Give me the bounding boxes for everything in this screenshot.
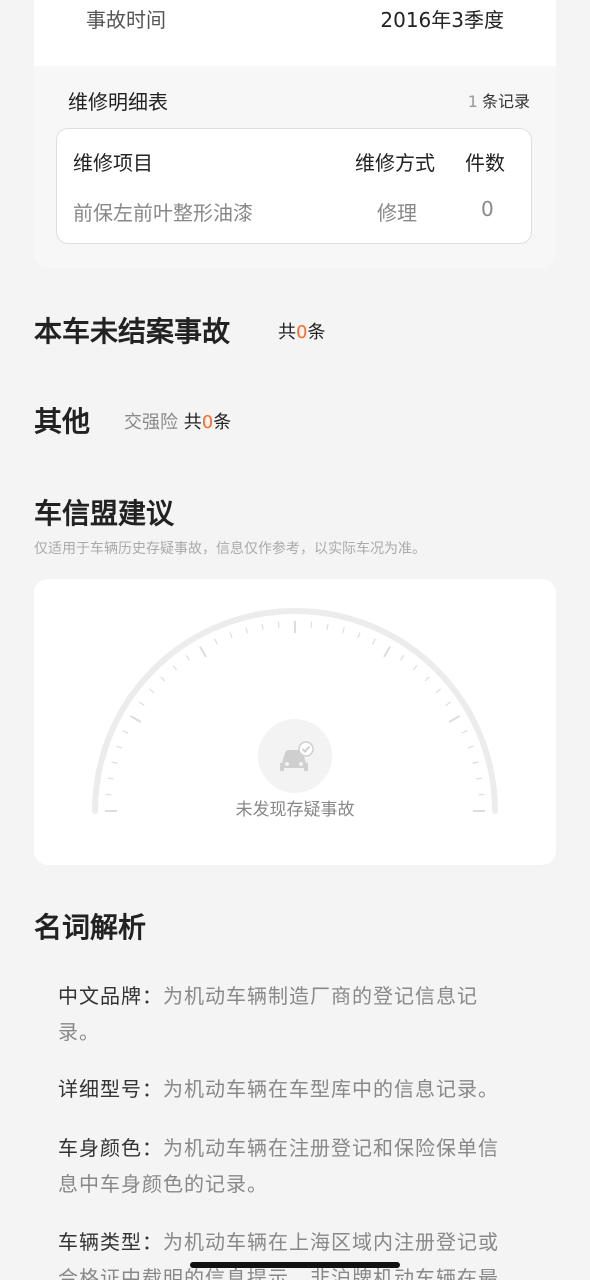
gauge-tick — [172, 665, 178, 671]
glossary-desc: 为机动车辆在车型库中的信息记录。 — [163, 1077, 499, 1101]
glossary-item-type: 车辆类型：为机动车辆在上海区域内注册登记或合格证中载明的信息提示，非沪牌机动车辆… — [58, 1224, 538, 1280]
other-title: 其他 — [34, 405, 91, 438]
gauge-tick — [214, 638, 218, 645]
glossary-item-model: 详细型号：为机动车辆在车型库中的信息记录。 — [58, 1071, 538, 1107]
other-count-number: 0 — [201, 412, 214, 433]
gauge-tick — [445, 701, 451, 706]
gauge-card: 未发现存疑事故 — [34, 579, 556, 865]
gauge-status-label: 未发现存疑事故 — [235, 800, 355, 820]
gauge-tick — [149, 688, 155, 694]
home-indicator[interactable] — [190, 1262, 400, 1268]
table-cell-method: 修理 — [377, 201, 417, 225]
glossary-term: 车身颜色： — [58, 1136, 163, 1160]
gauge-tick — [160, 676, 166, 682]
gauge-tick — [229, 632, 233, 639]
table-header-qty: 件数 — [465, 151, 505, 175]
other-count-suffix: 条 — [213, 412, 232, 433]
unsettled-count-prefix: 共 — [278, 322, 296, 343]
glossary-desc: 为机动车辆在注册登记和保险保单信 — [163, 1136, 499, 1160]
glossary-desc-cont: 息中车身颜色的记录。 — [58, 1172, 268, 1196]
gauge-tick — [326, 623, 329, 630]
advice-title: 车信盟建议 — [34, 497, 175, 530]
other-count-prefix: 共 — [183, 412, 202, 433]
gauge-tick — [139, 701, 145, 706]
gauge-tick — [310, 621, 313, 628]
unsettled-count-number: 0 — [296, 322, 308, 343]
glossary-desc-cont: 录。 — [58, 1020, 100, 1044]
repair-table: 维修项目 维修方式 件数 前保左前叶整形油漆 修理 0 — [56, 128, 532, 244]
repair-record-number: 1 — [467, 92, 478, 111]
gauge-tick — [400, 655, 405, 661]
other-tag: 交强险 — [124, 412, 178, 433]
accident-card: 事故时间 2016年3季度 维修明细表 1 条记录 维修项目 维修方式 件数 前保… — [34, 0, 556, 268]
glossary-item-brand: 中文品牌：为机动车辆制造厂商的登记信息记录。 — [58, 978, 538, 1050]
unsettled-section: 本车未结案事故 共0条 — [34, 310, 556, 350]
accident-time-label: 事故时间 — [86, 8, 166, 32]
table-cell-qty: 0 — [481, 197, 494, 221]
advice-hint: 仅适用于车辆历史存疑事故，信息仅作参考，以实际车况为准。 — [34, 541, 426, 557]
glossary-item-color: 车身颜色：为机动车辆在注册登记和保险保单信息中车身颜色的记录。 — [58, 1130, 538, 1202]
gauge-tick — [461, 730, 468, 734]
gauge-tick — [383, 645, 391, 658]
gauge-tick — [467, 745, 474, 749]
glossary-desc: 为机动车辆在上海区域内注册登记或 — [163, 1230, 499, 1254]
repair-detail-title: 维修明细表 — [68, 90, 168, 114]
gauge-tick — [448, 715, 461, 723]
gauge-tick — [245, 627, 248, 634]
accident-time-value: 2016年3季度 — [380, 8, 504, 32]
gauge-tick — [277, 621, 280, 628]
table-cell-item: 前保左前叶整形油漆 — [73, 201, 253, 225]
other-count: 交强险 共0条 — [124, 408, 231, 434]
car-check-icon — [258, 719, 332, 793]
repair-record-suffix: 条记录 — [481, 92, 530, 111]
gauge-tick — [122, 730, 129, 734]
glossary-desc-cont: 合格证中载明的信息提示，非沪牌机动车辆在最 — [58, 1266, 499, 1280]
gauge-tick — [476, 777, 483, 780]
glossary-title: 名词解析 — [34, 911, 147, 944]
gauge-tick — [357, 632, 361, 639]
gauge-tick — [185, 655, 190, 661]
gauge-tick — [199, 645, 207, 658]
glossary-desc: 为机动车辆制造厂商的登记信息记 — [163, 984, 478, 1008]
gauge-tick — [261, 623, 264, 630]
gauge-tick — [372, 638, 376, 645]
gauge-tick — [435, 688, 441, 694]
glossary-term: 中文品牌： — [58, 984, 163, 1008]
repair-record-count: 1 条记录 — [468, 88, 530, 112]
unsettled-title: 本车未结案事故 — [34, 315, 231, 348]
table-header-item: 维修项目 — [73, 151, 153, 175]
glossary-term: 车辆类型： — [58, 1230, 163, 1254]
glossary-term: 详细型号： — [58, 1077, 163, 1101]
gauge-tick — [129, 715, 142, 723]
glossary-section: 名词解析 — [34, 906, 146, 946]
gauge-tick — [424, 676, 430, 682]
gauge-tick — [412, 665, 418, 671]
gauge-tick — [107, 777, 114, 780]
gauge-tick — [116, 745, 123, 749]
gauge-tick — [111, 761, 118, 764]
unsettled-count: 共0条 — [278, 318, 325, 344]
gauge-tick — [342, 627, 345, 634]
repair-detail-section: 维修明细表 1 条记录 维修项目 维修方式 件数 前保左前叶整形油漆 修理 0 — [34, 66, 556, 268]
gauge-tick — [472, 761, 479, 764]
advice-section: 车信盟建议 — [34, 492, 174, 532]
unsettled-count-suffix: 条 — [307, 322, 326, 343]
table-header-method: 维修方式 — [355, 151, 435, 175]
other-section: 其他 交强险 共0条 — [34, 400, 556, 440]
accident-time-row: 事故时间 2016年3季度 — [34, 0, 556, 46]
